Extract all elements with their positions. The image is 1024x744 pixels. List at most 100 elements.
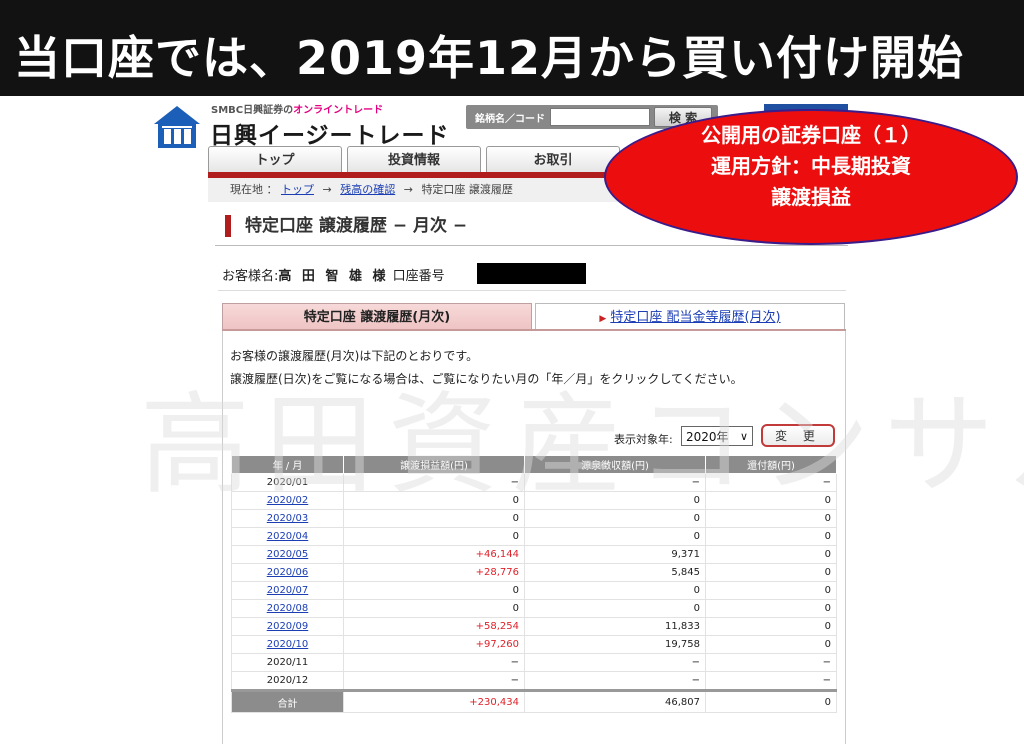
- cell-refund: 0: [705, 545, 837, 564]
- table-header-row: 年 / 月 譲渡損益額(円) 源泉徴収額(円) 還付額(円): [231, 455, 837, 474]
- year-month-link[interactable]: 2020/06: [267, 567, 309, 578]
- table-row: 2020/01− − −: [231, 473, 837, 492]
- cell-year-month: 2020/10: [231, 635, 344, 654]
- year-month-link[interactable]: 2020/08: [267, 603, 309, 614]
- table-row: 2020/11− − −: [231, 653, 837, 672]
- cell-refund: 0: [705, 491, 837, 510]
- year-month-link[interactable]: 2020/07: [267, 585, 309, 596]
- banner-title: 当口座では、2019年12月から買い付け開始: [14, 31, 965, 85]
- year-select[interactable]: 2020年 ∨: [681, 426, 753, 446]
- cell-refund: −: [705, 653, 837, 672]
- year-month-link[interactable]: 2020/10: [267, 639, 309, 650]
- table-row: 2020/09 +58,254 11,833 0: [231, 617, 837, 636]
- nav-tab-investment-info[interactable]: 投資情報: [347, 146, 481, 173]
- table-row: 2020/03 0 0 0: [231, 509, 837, 528]
- cell-refund: 0: [705, 599, 837, 618]
- year-month-link[interactable]: 2020/05: [267, 549, 309, 560]
- cell-refund: 0: [705, 563, 837, 582]
- chevron-down-icon: ∨: [739, 430, 748, 443]
- table-row: 2020/02 0 0 0: [231, 491, 837, 510]
- cell-refund: 0: [705, 635, 837, 654]
- nav-tab-top[interactable]: トップ: [208, 146, 342, 173]
- tab-dividend-history-monthly[interactable]: ▶ 特定口座 配当金等履歴(月次): [535, 303, 845, 330]
- year-filter-label: 表示対象年:: [614, 433, 673, 446]
- description-line-2: 譲渡履歴(日次)をご覧になる場合は、ご覧になりたい月の「年／月」をクリックしてく…: [230, 372, 743, 386]
- arrow-right-icon: ▶: [599, 314, 607, 324]
- change-button[interactable]: 変 更: [761, 424, 835, 447]
- cell-withholding: 0: [524, 599, 706, 618]
- cell-gain: +28,776: [343, 563, 525, 582]
- nav-tab-trading[interactable]: お取引: [486, 146, 620, 173]
- cell-gain: +97,260: [343, 635, 525, 654]
- cell-withholding: 11,833: [524, 617, 706, 636]
- year-month-link[interactable]: 2020/04: [267, 531, 309, 542]
- table-row: 2020/04 0 0 0: [231, 527, 837, 546]
- breadcrumb-link-top[interactable]: トップ: [281, 183, 314, 196]
- year-month-link[interactable]: 2020/09: [267, 621, 309, 632]
- logo-tagline: SMBC日興証券のオンライントレード: [211, 105, 384, 116]
- table-row: 2020/05 +46,144 9,371 0: [231, 545, 837, 564]
- page-title: 特定口座 譲渡履歴 − 月次 −: [225, 215, 467, 237]
- cell-year-month: 2020/06: [231, 563, 344, 582]
- callout-line-1: 公開用の証券口座（１）: [701, 123, 921, 147]
- transfer-history-table: 年 / 月 譲渡損益額(円) 源泉徴収額(円) 還付額(円) 2020/01− −…: [231, 455, 837, 713]
- cell-year-month: 2020/01: [231, 473, 344, 492]
- cell-withholding: 5,845: [524, 563, 706, 582]
- year-month-link[interactable]: 2020/03: [267, 513, 309, 524]
- tab-transfer-history-monthly[interactable]: 特定口座 譲渡履歴(月次): [222, 303, 532, 330]
- cell-year-month: 2020/11: [231, 653, 344, 672]
- cell-withholding: 0: [524, 491, 706, 510]
- cell-year-month: 2020/09: [231, 617, 344, 636]
- year-select-value: 2020年: [686, 430, 729, 444]
- cell-gain: 0: [343, 491, 525, 510]
- callout-text: 公開用の証券口座（１） 運用方針：中長期投資 譲渡損益: [604, 120, 1018, 213]
- cell-year-month: 2020/05: [231, 545, 344, 564]
- cell-refund: 0: [705, 527, 837, 546]
- cell-gain: 0: [343, 509, 525, 528]
- cell-withholding: 0: [524, 581, 706, 600]
- cell-withholding: −: [524, 671, 706, 691]
- callout-line-3: 譲渡損益: [771, 185, 851, 209]
- cell-year-month: 2020/02: [231, 491, 344, 510]
- breadcrumb-link-balance[interactable]: 残高の確認: [340, 183, 395, 196]
- breadcrumb-prefix: 現在地 ：: [230, 183, 278, 196]
- cell-year-month: 2020/07: [231, 581, 344, 600]
- breadcrumb-arrow: →: [322, 183, 332, 196]
- cell-refund: 0: [705, 509, 837, 528]
- description-line-1: お客様の譲渡履歴(月次)は下記のとおりです。: [230, 349, 479, 363]
- cell-withholding: 0: [524, 509, 706, 528]
- cell-year-month: 2020/08: [231, 599, 344, 618]
- cell-gain: −: [343, 653, 525, 672]
- account-number-redacted: [477, 263, 586, 284]
- cell-year-month: 2020/03: [231, 509, 344, 528]
- cell-refund: 0: [705, 689, 837, 713]
- cell-withholding: 9,371: [524, 545, 706, 564]
- tab-dividend-link[interactable]: 特定口座 配当金等履歴(月次): [610, 310, 780, 325]
- col-header-withholding: 源泉徴収額(円): [524, 455, 706, 474]
- account-number-label: 口座番号: [392, 269, 445, 284]
- title-divider: [215, 245, 848, 246]
- table-row: 2020/08 0 0 0: [231, 599, 837, 618]
- cell-gain: 0: [343, 599, 525, 618]
- customer-name: 高 田 智 雄 様: [278, 269, 389, 284]
- customer-divider: [218, 290, 846, 291]
- year-month-link[interactable]: 2020/02: [267, 495, 309, 506]
- cell-withholding: −: [524, 473, 706, 492]
- callout-line-2: 運用方針：中長期投資: [711, 154, 911, 178]
- cell-year-month: 2020/04: [231, 527, 344, 546]
- title-banner: 当口座では、2019年12月から買い付け開始: [0, 0, 1024, 96]
- cell-refund: 0: [705, 581, 837, 600]
- cell-gain: −: [343, 473, 525, 492]
- table-total-row: 合計 +230,434 46,807 0: [231, 689, 837, 713]
- cell-gain: +230,434: [343, 689, 525, 713]
- breadcrumb-current: 特定口座 譲渡履歴: [421, 183, 513, 196]
- customer-label: お客様名:: [222, 269, 279, 284]
- cell-withholding: 19,758: [524, 635, 706, 654]
- cell-refund: 0: [705, 617, 837, 636]
- cell-gain: −: [343, 671, 525, 691]
- nikko-logo-icon: [154, 106, 200, 148]
- cell-refund: −: [705, 473, 837, 492]
- table-row: 2020/07 0 0 0: [231, 581, 837, 600]
- table-row: 2020/06 +28,776 5,845 0: [231, 563, 837, 582]
- logo-wordmark[interactable]: 日興イージートレード: [210, 116, 450, 150]
